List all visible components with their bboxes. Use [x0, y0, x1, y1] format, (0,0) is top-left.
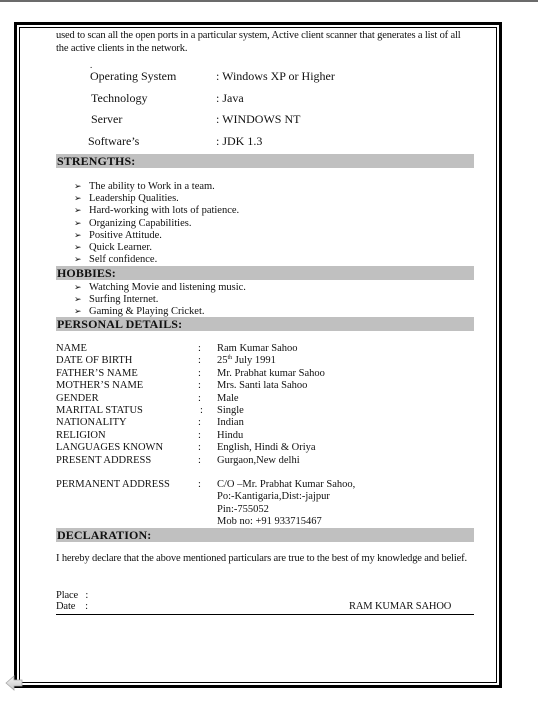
- detail-key: RELIGION: [56, 429, 106, 441]
- signature-rule: [56, 614, 474, 615]
- detail-key: DATE OF BIRTH: [56, 355, 133, 367]
- list-item-text: Surfing Internet.: [89, 294, 159, 306]
- detail-colon: :: [198, 392, 201, 404]
- detail-key: MOTHER’S NAME: [56, 380, 144, 392]
- detail-key: PRESENT ADDRESS: [56, 454, 152, 466]
- address-line: Pin:-755052: [217, 503, 269, 515]
- spec-label: Operating System: [90, 69, 177, 83]
- list-item-text: Leadership Qualities.: [89, 193, 179, 205]
- spec-value: : WINDOWS NT: [216, 112, 301, 126]
- detail-key: MARITAL STATUS: [56, 405, 143, 416]
- detail-value: Single: [217, 405, 244, 416]
- detail-colon: :: [198, 479, 201, 490]
- arrow-bullet-icon: ➢: [74, 306, 82, 317]
- detail-value: 25th July 1991: [217, 355, 276, 367]
- back-arrow-icon[interactable]: [5, 674, 23, 692]
- address-line: Mob no: +91 933715467: [217, 516, 322, 528]
- hobbies-heading: HOBBIES:: [56, 266, 474, 280]
- detail-colon: :: [198, 367, 201, 379]
- detail-value: Male: [217, 392, 239, 404]
- list-item: ➢ Quick Learner.: [74, 241, 239, 253]
- strengths-heading: STRENGTHS:: [56, 154, 474, 168]
- list-item-text: Organizing Capabilities.: [89, 217, 192, 229]
- arrow-bullet-icon: ➢: [74, 254, 82, 265]
- dob-day: 25: [217, 355, 228, 367]
- detail-colon: :: [198, 429, 201, 441]
- list-item-text: Watching Movie and listening music.: [89, 282, 246, 293]
- detail-colon: :: [198, 442, 201, 454]
- window-top-edge: [0, 0, 538, 2]
- list-item-text: Gaming & Playing Cricket.: [89, 306, 205, 318]
- detail-key: NATIONALITY: [56, 417, 127, 429]
- address-line: Po:-Kantigaria,Dist:-jajpur: [217, 491, 330, 503]
- spec-value: : Windows XP or Higher: [216, 69, 335, 83]
- detail-key: LANGUAGES KNOWN: [56, 442, 164, 454]
- list-item: ➢ Organizing Capabilities.: [74, 217, 239, 229]
- detail-colon: :: [198, 355, 201, 367]
- detail-value: Ram Kumar Sahoo: [217, 343, 298, 354]
- detail-colon: :: [198, 343, 201, 354]
- hobbies-list: ➢ Watching Movie and listening music. ➢ Su…: [74, 281, 246, 318]
- detail-value: Gurgaon,New delhi: [217, 454, 300, 466]
- arrow-bullet-icon: ➢: [74, 241, 82, 252]
- dob-month-year: July 1991: [232, 355, 276, 367]
- list-item-text: Positive Attitude.: [89, 229, 162, 241]
- personal-details-heading: PERSONAL DETAILS:: [56, 317, 474, 331]
- detail-key: NAME: [56, 343, 87, 354]
- detail-colon: :: [198, 380, 201, 392]
- detail-colon: :: [198, 454, 201, 466]
- list-item-text: Hard-working with lots of patience.: [89, 205, 240, 217]
- list-item: ➢ Hard-working with lots of patience.: [74, 204, 239, 216]
- detail-key: FATHER’S NAME: [56, 367, 138, 379]
- address-line: C/O –Mr. Prabhat Kumar Sahoo,: [217, 479, 356, 490]
- date-label: Date :: [56, 601, 88, 612]
- list-item: ➢ Surfing Internet.: [74, 293, 246, 305]
- detail-key: GENDER: [56, 392, 99, 404]
- detail-colon: :: [198, 417, 201, 429]
- list-item: ➢ Self confidence.: [74, 253, 239, 265]
- strengths-list: ➢ The ability to Work in a team. ➢ Leaders…: [74, 180, 239, 265]
- intro-paragraph: used to scan all the open ports in a par…: [56, 30, 461, 54]
- list-item-text: Self confidence.: [89, 254, 158, 266]
- list-item: ➢ Gaming & Playing Cricket.: [74, 305, 246, 317]
- detail-value: Indian: [217, 417, 244, 429]
- spec-label: Software’s: [88, 134, 140, 148]
- signature-name: RAM KUMAR SAHOO: [349, 601, 452, 612]
- list-item: ➢ Watching Movie and listening music.: [74, 281, 246, 293]
- spec-label: Server: [91, 112, 123, 126]
- arrow-bullet-icon: ➢: [74, 205, 82, 216]
- spec-label: Technology: [91, 91, 148, 105]
- arrow-bullet-icon: ➢: [74, 229, 82, 240]
- spec-value: : JDK 1.3: [216, 134, 263, 148]
- detail-value: Mrs. Santi lata Sahoo: [217, 380, 308, 392]
- arrow-bullet-icon: ➢: [74, 217, 82, 228]
- list-item: ➢ Leadership Qualities.: [74, 192, 239, 204]
- detail-value: Mr. Prabhat kumar Sahoo: [217, 367, 325, 379]
- detail-colon: :: [200, 405, 203, 416]
- list-item: ➢ Positive Attitude.: [74, 229, 239, 241]
- arrow-bullet-icon: ➢: [74, 181, 82, 191]
- arrow-bullet-icon: ➢: [74, 193, 82, 204]
- declaration-text: I hereby declare that the above mentione…: [56, 553, 467, 564]
- detail-value: English, Hindi & Oriya: [217, 442, 316, 454]
- arrow-bullet-icon: ➢: [74, 294, 82, 305]
- list-item: ➢ The ability to Work in a team.: [74, 180, 239, 192]
- list-item-text: Quick Learner.: [89, 241, 152, 253]
- detail-value: Hindu: [217, 429, 244, 441]
- detail-key: PERMANENT ADDRESS: [56, 479, 170, 490]
- arrow-bullet-icon: ➢: [74, 282, 82, 292]
- spec-value: : Java: [216, 91, 244, 105]
- declaration-heading: DECLARATION:: [56, 528, 474, 542]
- list-item-text: The ability to Work in a team.: [89, 181, 215, 192]
